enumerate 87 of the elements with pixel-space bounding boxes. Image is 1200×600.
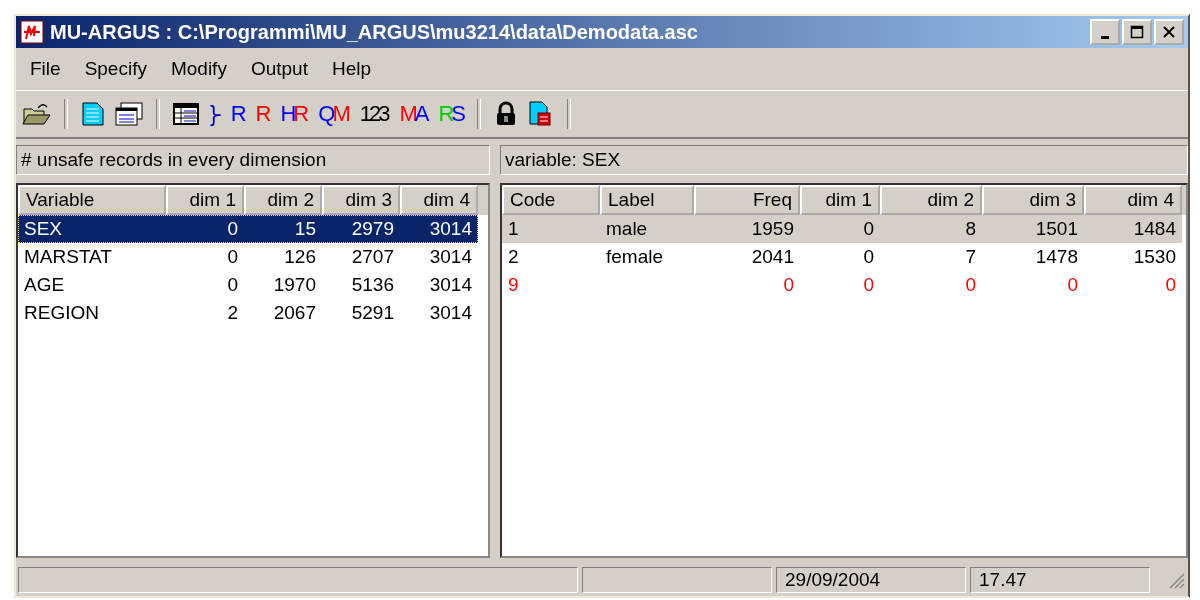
column-header[interactable]: dim 2 — [880, 185, 982, 215]
table-cell-text: 15 — [293, 218, 317, 240]
panel-caption: # unsafe records in every dimension — [16, 145, 490, 175]
table-cell-text: 0 — [1066, 274, 1079, 296]
toolbar-button[interactable]: R — [228, 101, 246, 127]
table-cell-text: male — [605, 218, 649, 240]
table-cell-text: 126 — [283, 246, 317, 268]
toolbar-button[interactable]: 123 — [357, 101, 390, 127]
table-cell-text: 0 — [1164, 274, 1177, 296]
column-header[interactable]: dim 1 — [800, 185, 880, 215]
column-header[interactable]: dim 4 — [400, 185, 478, 215]
column-header[interactable]: Code — [502, 185, 600, 215]
maximize-button[interactable] — [1122, 19, 1152, 45]
column-header[interactable]: Freq — [694, 185, 800, 215]
list-row[interactable]: 1 male 1959 0 8 1501 1484 — [502, 215, 1182, 243]
document-icon[interactable] — [80, 101, 106, 127]
table-cell-text: SEX — [23, 218, 64, 240]
column-header[interactable]: Variable — [18, 185, 166, 215]
list-row[interactable]: MARSTAT 0 126 2707 3014 — [18, 243, 478, 271]
window-title: MU-ARGUS : C:\Programmi\MU_ARGUS\mu3214\data\Demodata.asc — [50, 20, 699, 44]
toolbar-button[interactable]: QM — [316, 101, 350, 127]
table-cell-text: 3014 — [428, 246, 473, 268]
table-cell-text: 2 — [507, 246, 520, 268]
table-cell-text: 5291 — [350, 302, 395, 324]
table-cell-text: 1970 — [272, 274, 317, 296]
open-folder-icon[interactable] — [22, 101, 52, 127]
table-cell-text: 2041 — [750, 246, 795, 268]
menu-item[interactable]: File — [18, 58, 73, 80]
list-row[interactable]: 2 female 2041 0 7 1478 1530 — [502, 243, 1182, 271]
table-cell-text: 0 — [782, 274, 795, 296]
table-cell-text: 1478 — [1034, 246, 1079, 268]
table-cell-text: 2 — [226, 302, 239, 324]
table-cell-text: 5136 — [350, 274, 395, 296]
table-cell-text: REGION — [23, 302, 100, 324]
table-icon[interactable] — [172, 101, 200, 127]
table-cell-text: 7 — [964, 246, 977, 268]
maximize-icon — [1130, 25, 1144, 39]
table-cell-text: 2979 — [350, 218, 395, 240]
table-cell-text: 1 — [507, 218, 520, 240]
column-header[interactable]: dim 3 — [322, 185, 400, 215]
table-cell-text: AGE — [23, 274, 66, 296]
panel-caption: variable: SEX — [500, 145, 1188, 175]
table-cell-text: 3014 — [428, 302, 473, 324]
table-cell-text: 0 — [226, 246, 239, 268]
menu-item[interactable]: Help — [319, 58, 384, 80]
column-header[interactable]: dim 4 — [1084, 185, 1182, 215]
column-header[interactable]: dim 1 — [166, 185, 244, 215]
list-row[interactable]: 9 0 0 0 0 0 — [502, 271, 1182, 299]
table-cell-text: 1484 — [1132, 218, 1177, 240]
menu-item[interactable]: Output — [238, 58, 320, 80]
table-cell-text: MARSTAT — [23, 246, 113, 268]
table-cell-text: 0 — [964, 274, 977, 296]
close-button[interactable] — [1154, 19, 1184, 45]
table-cell-text: 1959 — [750, 218, 795, 240]
minimize-button[interactable] — [1090, 19, 1120, 45]
table-cell-text: 3014 — [428, 218, 473, 240]
minimize-icon — [1101, 35, 1109, 39]
app-icon — [20, 20, 44, 44]
table-cell-text: 1530 — [1132, 246, 1177, 268]
menu-item[interactable]: Modify — [158, 58, 239, 80]
list-row[interactable]: AGE 0 1970 5136 3014 — [18, 271, 478, 299]
table-cell-text: 0 — [862, 274, 875, 296]
column-header[interactable]: dim 2 — [244, 185, 322, 215]
table-cell-text: 9 — [507, 274, 520, 296]
status-panel: 29/09/2004 — [776, 567, 966, 593]
windows-icon[interactable] — [114, 101, 144, 127]
table-cell-text: 2707 — [350, 246, 395, 268]
table-cell-text: 1501 — [1034, 218, 1079, 240]
column-header[interactable]: dim 3 — [982, 185, 1084, 215]
table-cell-text: female — [605, 246, 665, 268]
table-cell-text: 0 — [226, 274, 239, 296]
status-panel: 17.47 — [970, 567, 1150, 593]
table-cell-text: 2067 — [272, 302, 317, 324]
list-row[interactable]: REGION 2 2067 5291 3014 — [18, 299, 478, 327]
close-icon — [1162, 25, 1176, 39]
toolbar-button[interactable]: RS — [436, 101, 465, 127]
menu-item[interactable]: Specify — [72, 58, 159, 80]
table-cell-text: 8 — [964, 218, 977, 240]
toolbar-button[interactable]: MA — [397, 101, 429, 127]
table-cell-text: 3014 — [428, 274, 473, 296]
toolbar-button[interactable]: HR — [278, 101, 309, 127]
table-cell-text: 0 — [862, 218, 875, 240]
column-header[interactable]: Label — [600, 185, 694, 215]
table-cell-text: 0 — [226, 218, 239, 240]
list-row[interactable]: SEX 0 15 2979 3014 — [18, 215, 478, 243]
toolbar-button[interactable]: }- — [208, 101, 221, 127]
table-cell-text: 0 — [862, 246, 875, 268]
